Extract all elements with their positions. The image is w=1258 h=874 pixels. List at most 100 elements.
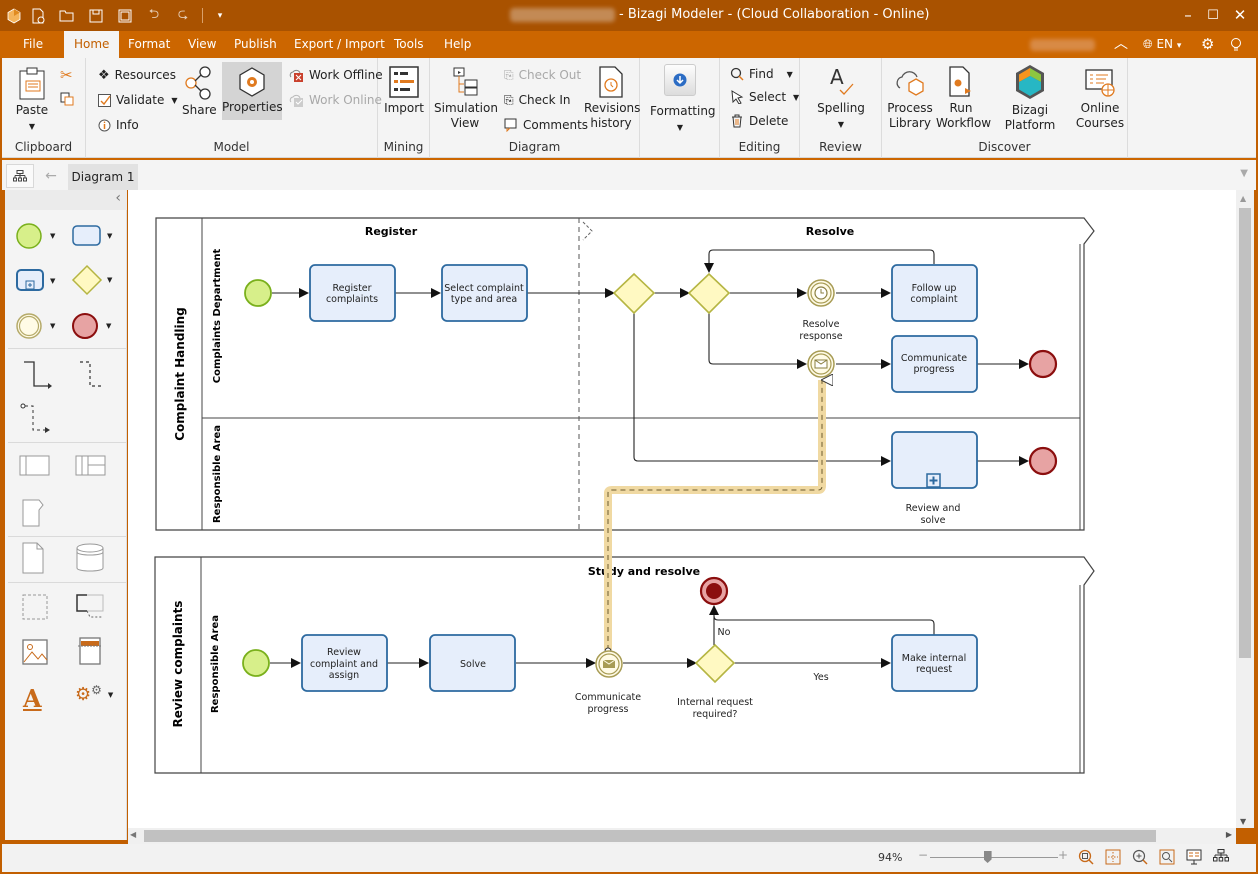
spelling-button[interactable]: A Spelling ▼ (814, 66, 868, 132)
zoom-area-icon (1159, 849, 1175, 865)
menu-help[interactable]: Help (444, 31, 471, 58)
message-intermediate-event[interactable] (807, 350, 835, 378)
menu-export-import[interactable]: Export / Import (294, 31, 385, 58)
process-library-button[interactable]: Process Library (886, 66, 934, 131)
select-button[interactable]: Select ▼ (730, 88, 799, 106)
resources-button[interactable]: ❖ Resources (98, 66, 176, 84)
timer-intermediate-event[interactable] (807, 279, 835, 307)
menu-view[interactable]: View (188, 31, 216, 58)
palette-custom-shapes[interactable]: ⚙ ⚙ ▼ (75, 683, 113, 706)
simulation-view-button[interactable]: Simulation View (434, 66, 498, 131)
properties-button[interactable]: Properties (222, 62, 283, 120)
vertical-scrollbar[interactable]: ▲ ▼ (1236, 190, 1254, 828)
copy-button[interactable] (60, 90, 74, 108)
end-event[interactable] (1028, 446, 1058, 476)
redo-icon[interactable]: ⮎ (173, 6, 193, 26)
palette-text[interactable]: A (23, 684, 42, 713)
undo-icon[interactable]: ⮌ (144, 6, 164, 26)
comments-button[interactable]: Comments (504, 116, 588, 134)
palette-subprocess[interactable]: ▼ (15, 268, 55, 294)
menu-tools[interactable]: Tools (394, 31, 424, 58)
zoom-area-button[interactable] (1159, 849, 1175, 868)
vertical-scroll-thumb[interactable] (1239, 208, 1251, 658)
online-courses-button[interactable]: Online Courses (1074, 66, 1126, 131)
import-button[interactable]: Import (384, 66, 424, 116)
close-button[interactable]: ✕ (1226, 4, 1254, 26)
palette-intermediate-event[interactable]: ▼ (15, 312, 55, 340)
tab-diagram-1[interactable]: Diagram 1 (68, 164, 138, 190)
palette-task[interactable]: ▼ (71, 224, 112, 248)
start-event[interactable] (242, 649, 270, 677)
settings-gear-icon[interactable]: ⚙ (1201, 31, 1214, 58)
maximize-button[interactable]: ☐ (1199, 4, 1227, 26)
palette-start-event[interactable]: ▼ (15, 222, 55, 250)
save-icon[interactable] (86, 6, 106, 26)
formatting-button[interactable]: Formatting ▼ (650, 64, 716, 135)
info-button[interactable]: Info (98, 116, 139, 134)
open-file-icon[interactable] (57, 6, 77, 26)
palette-annotation[interactable] (75, 593, 105, 621)
scroll-left-icon[interactable]: ◀ (130, 830, 136, 839)
overview-button[interactable] (1213, 849, 1229, 866)
menu-home[interactable]: Home (64, 31, 120, 58)
palette-pool[interactable] (19, 455, 51, 477)
new-file-icon[interactable] (28, 6, 48, 26)
horizontal-scroll-thumb[interactable] (144, 830, 1156, 842)
diagram-navigator-button[interactable] (6, 164, 34, 188)
scroll-down-icon[interactable]: ▼ (1240, 817, 1246, 826)
work-online-button[interactable]: Work Online (288, 91, 382, 109)
find-button[interactable]: Find ▼ (730, 65, 793, 83)
paste-button[interactable]: Paste ▼ (10, 66, 54, 134)
back-arrow-button[interactable]: ← (36, 164, 66, 188)
zoom-in-button[interactable]: + (1058, 848, 1068, 862)
zoom-slider[interactable] (930, 851, 1058, 863)
cut-button[interactable]: ✂ (60, 66, 73, 84)
zoom-in-tool-button[interactable] (1132, 849, 1148, 868)
palette-lane[interactable] (75, 455, 107, 477)
start-event[interactable] (244, 279, 272, 307)
menu-publish[interactable]: Publish (234, 31, 277, 58)
minimize-button[interactable]: – (1174, 4, 1202, 26)
tab-list-dropdown-icon[interactable]: ▼ (1240, 168, 1248, 179)
center-view-button[interactable] (1105, 849, 1121, 868)
collapse-ribbon-icon[interactable]: ︿ (1114, 31, 1128, 58)
customize-quick-access-icon[interactable]: ▾ (210, 6, 230, 26)
work-offline-button[interactable]: Work Offline (288, 66, 383, 84)
palette-group[interactable] (21, 593, 49, 621)
palette-data-store[interactable] (75, 542, 105, 574)
validate-button[interactable]: Validate ▼ (98, 91, 178, 109)
terminate-end-event[interactable] (699, 576, 729, 606)
palette-sequence-flow[interactable] (21, 360, 55, 390)
fit-to-window-button[interactable] (1078, 849, 1094, 868)
scroll-up-icon[interactable]: ▲ (1240, 194, 1246, 203)
delete-button[interactable]: Delete (730, 112, 788, 130)
bizagi-platform-button[interactable]: Bizagi Platform (990, 64, 1070, 133)
scroll-right-icon[interactable]: ▶ (1226, 830, 1232, 839)
end-event[interactable] (1028, 349, 1058, 379)
menu-format[interactable]: Format (128, 31, 170, 58)
check-in-button[interactable]: ⎘ Check In (504, 91, 570, 109)
run-workflow-button[interactable]: Run Workflow (936, 66, 991, 131)
palette-association[interactable] (77, 360, 111, 390)
revisions-history-button[interactable]: Revisions history (584, 66, 640, 131)
language-selector[interactable]: 🌐︎ EN ▾ (1143, 31, 1181, 58)
diagram-canvas[interactable]: Complaint Handling Complaints Department… (128, 190, 1236, 828)
save-as-icon[interactable] (115, 6, 135, 26)
palette-image[interactable] (21, 638, 49, 666)
palette-milestone[interactable] (21, 498, 45, 528)
share-button[interactable]: Share (182, 66, 217, 118)
presentation-mode-button[interactable] (1186, 849, 1202, 868)
palette-header-element[interactable] (77, 636, 103, 666)
zoom-out-button[interactable]: − (918, 848, 928, 862)
lightbulb-icon[interactable] (1230, 31, 1242, 58)
menu-file[interactable]: File (23, 31, 43, 58)
check-out-button[interactable]: ⎘ Check Out (504, 66, 581, 84)
collapse-palette-icon[interactable]: ‹ (115, 190, 121, 206)
palette-data-object[interactable] (21, 542, 45, 574)
message-throw-event[interactable] (595, 650, 623, 678)
palette-end-event[interactable]: ▼ (71, 312, 111, 340)
zoom-slider-thumb[interactable] (983, 851, 992, 863)
horizontal-scrollbar[interactable]: ◀ ▶ (128, 828, 1236, 844)
palette-message-flow[interactable] (19, 402, 55, 436)
palette-gateway[interactable]: ▼ (71, 264, 112, 296)
